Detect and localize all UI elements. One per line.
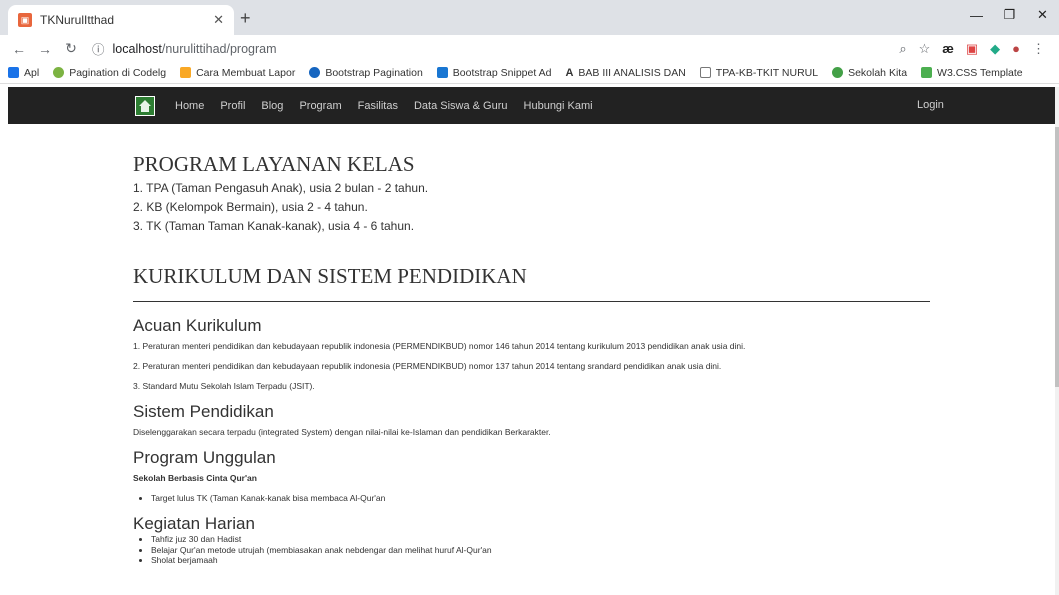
list-item: Target lulus TK (Taman Kanak-kanak bisa … [151,488,933,508]
nav-fasilitas[interactable]: Fasilitas [358,100,398,112]
program-list: 1. TPA (Taman Pengasuh Anak), usia 2 bul… [133,179,933,236]
nav-profil[interactable]: Profil [220,100,245,112]
extension-icon-2[interactable]: ◆ [990,41,1000,57]
nav-data-siswa-guru[interactable]: Data Siswa & Guru [414,100,508,112]
list-item: Sholat berjamaah [151,555,933,566]
bookmark-item[interactable]: Cara Membuat Lapor [180,67,295,79]
program-item: 1. TPA (Taman Pengasuh Anak), usia 2 bul… [133,181,429,195]
back-icon[interactable]: ← [8,41,30,57]
menu-icon[interactable]: ⋮ [1032,41,1045,57]
sistem-text: Diselenggarakan secara terpadu (integrat… [133,427,551,437]
extension-icon[interactable]: æ [942,41,954,56]
url-host: localhost [112,41,162,56]
window-controls: — ❐ ✕ [960,0,1059,30]
unggulan-heading: Program Unggulan [133,448,276,467]
site-favicon-icon: ▣ [18,13,32,27]
address-bar: ← → ↻ ⓘ localhost /nurulittihad/program … [0,35,1059,62]
info-icon[interactable]: ⓘ [92,39,105,58]
harian-list: Tahfiz juz 30 dan Hadist Belajar Qur'an … [151,534,933,566]
reload-icon[interactable]: ↻ [60,40,82,57]
nav-hubungi-kami[interactable]: Hubungi Kami [524,100,593,112]
program-title: PROGRAM LAYANAN KELAS [133,152,415,176]
unggulan-subheading: Sekolah Berbasis Cinta Qur'an [133,473,257,483]
nav-program[interactable]: Program [299,100,341,112]
bookmark-item[interactable]: Bootstrap Snippet Ad [436,67,551,79]
kurikulum-title: KURIKULUM DAN SISTEM PENDIDIKAN [133,264,527,288]
pdf-extension-icon[interactable]: ▣ [966,41,978,57]
program-item: 2. KB (Kelompok Bermain), usia 2 - 4 tah… [133,200,368,214]
browser-tab-strip: ▣ TKNurulItthad ✕ + — ❐ ✕ [0,0,1059,35]
new-tab-icon[interactable]: + [240,8,251,29]
school-logo[interactable] [135,96,155,116]
bookmark-item[interactable]: Pagination di Codelg [53,67,166,79]
login-link[interactable]: Login [917,99,944,111]
minimize-icon[interactable]: — [960,0,993,30]
bookmark-apps[interactable]: Apl [8,67,39,79]
bookmark-star-icon[interactable]: ☆ [919,41,931,57]
unggulan-list: Target lulus TK (Taman Kanak-kanak bisa … [151,488,933,508]
url-input[interactable]: ⓘ localhost /nurulittihad/program [92,37,899,61]
divider [133,301,930,302]
page-scrollbar[interactable] [1055,87,1059,595]
list-item: Tahfiz juz 30 dan Hadist [151,534,933,545]
forward-icon[interactable]: → [34,41,56,57]
acuan-item: 2. Peraturan menteri pendidikan dan kebu… [133,361,722,371]
acuan-item: 3. Standard Mutu Sekolah Islam Terpadu (… [133,381,315,391]
bookmark-item[interactable]: Bootstrap Pagination [309,67,423,79]
nav-home[interactable]: Home [175,100,204,112]
zoom-icon[interactable]: ⌕ [899,41,906,57]
nav-blog[interactable]: Blog [261,100,283,112]
profile-icon[interactable]: ● [1012,41,1020,56]
program-item: 3. TK (Taman Taman Kanak-kanak), usia 4 … [133,219,415,233]
acuan-item: 1. Peraturan menteri pendidikan dan kebu… [133,341,746,351]
url-path: /nurulittihad/program [161,41,277,56]
acuan-list: 1. Peraturan menteri pendidikan dan kebu… [133,336,933,396]
close-tab-icon[interactable]: ✕ [213,12,224,28]
bookmark-item[interactable]: W3.CSS Template [921,67,1023,79]
bookmarks-bar: Apl Pagination di Codelg Cara Membuat La… [0,62,1059,84]
restore-icon[interactable]: ❐ [993,0,1026,30]
bookmark-item[interactable]: TPA-KB-TKIT NURUL [699,67,818,79]
acuan-heading: Acuan Kurikulum [133,316,262,335]
harian-heading: Kegiatan Harian [133,514,255,533]
browser-tab[interactable]: ▣ TKNurulItthad ✕ [8,5,234,35]
close-window-icon[interactable]: ✕ [1026,0,1059,30]
tab-title: TKNurulItthad [40,13,115,27]
bookmark-item[interactable]: Sekolah Kita [832,67,907,79]
list-item: Belajar Qur'an metode utrujah (membiasak… [151,545,933,556]
bookmark-item[interactable]: A BAB III ANALISIS DAN [565,67,685,80]
site-navbar: Home Profil Blog Program Fasilitas Data … [8,87,1055,124]
page-content: PROGRAM LAYANAN KELAS 1. TPA (Taman Peng… [133,152,933,566]
sistem-heading: Sistem Pendidikan [133,402,274,421]
scrollbar-thumb[interactable] [1055,127,1059,387]
